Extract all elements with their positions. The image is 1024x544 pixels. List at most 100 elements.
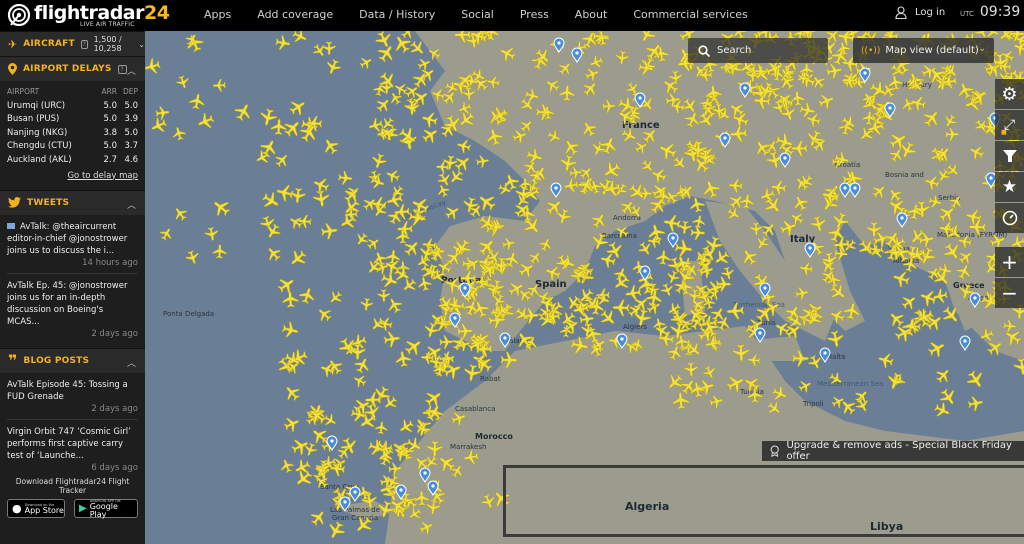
aircraft-icon[interactable] xyxy=(697,377,717,396)
aircraft-icon[interactable] xyxy=(790,193,810,213)
aircraft-icon[interactable] xyxy=(385,295,405,315)
aircraft-icon[interactable] xyxy=(291,31,310,46)
aircraft-icon[interactable] xyxy=(794,286,809,301)
aircraft-icon[interactable] xyxy=(729,124,748,143)
aircraft-icon[interactable] xyxy=(885,371,906,392)
aircraft-icon[interactable] xyxy=(584,66,602,83)
aircraft-icon[interactable] xyxy=(449,462,466,479)
aircraft-icon[interactable] xyxy=(700,178,722,200)
aircraft-icon[interactable] xyxy=(701,364,717,381)
aircraft-icon[interactable] xyxy=(739,193,755,209)
airport-pin-icon[interactable] xyxy=(349,486,361,503)
aircraft-icon[interactable] xyxy=(659,282,675,298)
aircraft-icon[interactable] xyxy=(311,175,331,195)
map-view-select[interactable]: ((•)) Map view (default) ⌄ xyxy=(853,38,994,63)
aircraft-icon[interactable] xyxy=(456,323,474,340)
airport-pin-icon[interactable] xyxy=(616,333,628,350)
aircraft-icon[interactable] xyxy=(546,128,563,145)
aircraft-icon[interactable] xyxy=(945,127,960,142)
aircraft-icon[interactable] xyxy=(620,126,639,145)
aircraft-icon[interactable] xyxy=(601,99,616,113)
aircraft-icon[interactable] xyxy=(579,119,599,139)
aircraft-icon[interactable] xyxy=(416,56,433,72)
aircraft-icon[interactable] xyxy=(923,311,945,333)
aircraft-icon[interactable] xyxy=(281,321,300,340)
delay-row[interactable]: Auckland (AKL) 2.7 4.6 xyxy=(7,153,138,167)
aircraft-icon[interactable] xyxy=(281,382,303,404)
aircraft-icon[interactable] xyxy=(480,493,498,511)
aircraft-icon[interactable] xyxy=(422,387,445,410)
aircraft-icon[interactable] xyxy=(385,249,401,265)
aircraft-icon[interactable] xyxy=(518,95,537,114)
aircraft-icon[interactable] xyxy=(462,449,480,466)
aircraft-icon[interactable] xyxy=(728,178,744,193)
aircraft-icon[interactable] xyxy=(175,74,191,90)
aircraft-icon[interactable] xyxy=(336,335,359,358)
aircraft-icon[interactable] xyxy=(516,259,537,280)
playback-button[interactable] xyxy=(995,203,1024,233)
nav-add-coverage[interactable]: Add coverage xyxy=(257,8,333,21)
aircraft-icon[interactable] xyxy=(515,185,532,203)
aircraft-icon[interactable] xyxy=(732,344,750,363)
aircraft-icon[interactable] xyxy=(543,263,562,282)
aircraft-icon[interactable] xyxy=(475,154,491,168)
tweet-item[interactable]: AvTalk Ep. 45: @jonostrower joins us for… xyxy=(7,274,138,344)
aircraft-icon[interactable] xyxy=(518,117,536,135)
tweet-item[interactable]: AvTalk: @theaircurrent editor-in-chief @… xyxy=(7,215,138,274)
aircraft-icon[interactable] xyxy=(351,372,368,389)
aircraft-icon[interactable] xyxy=(387,90,404,107)
aircraft-icon[interactable] xyxy=(325,519,348,542)
aircraft-icon[interactable] xyxy=(559,84,575,102)
airport-pin-icon[interactable] xyxy=(754,327,766,344)
aircraft-icon[interactable] xyxy=(341,184,363,206)
aircraft-icon[interactable] xyxy=(662,213,681,232)
app-store-button[interactable]: ● Download on the App Store xyxy=(7,499,65,518)
aircraft-icon[interactable] xyxy=(377,289,391,303)
aircraft-icon[interactable] xyxy=(938,61,957,80)
airport-pin-icon[interactable] xyxy=(553,37,565,54)
aircraft-icon[interactable] xyxy=(374,95,393,114)
favorites-button[interactable]: ★ xyxy=(995,172,1024,202)
aircraft-icon[interactable] xyxy=(613,223,630,240)
aircraft-icon[interactable] xyxy=(724,372,747,395)
aircraft-icon[interactable] xyxy=(365,235,382,252)
aircraft-icon[interactable] xyxy=(637,60,655,77)
aircraft-icon[interactable] xyxy=(936,202,958,224)
aircraft-icon[interactable] xyxy=(692,214,707,229)
aircraft-icon[interactable] xyxy=(926,338,948,360)
aircraft-icon[interactable] xyxy=(741,374,762,395)
aircraft-icon[interactable] xyxy=(967,395,985,412)
aircraft-icon[interactable] xyxy=(209,196,233,220)
aircraft-icon[interactable] xyxy=(322,41,336,56)
aircraft-icon[interactable] xyxy=(790,140,808,157)
aircraft-section-header[interactable]: ✈ AIRCRAFT ? 1,500 / 10,258 ⌄ xyxy=(0,31,145,56)
collapse-icon[interactable]: ︿ xyxy=(127,198,136,211)
aircraft-icon[interactable] xyxy=(374,420,389,435)
aircraft-icon[interactable] xyxy=(600,159,623,182)
aircraft-icon[interactable] xyxy=(636,240,654,258)
aircraft-icon[interactable] xyxy=(263,244,283,264)
aircraft-icon[interactable] xyxy=(597,307,619,329)
help-icon[interactable]: ? xyxy=(80,39,88,49)
delay-row[interactable]: Busan (PUS) 5.0 3.9 xyxy=(7,113,138,127)
aircraft-icon[interactable] xyxy=(891,269,911,289)
aircraft-icon[interactable] xyxy=(145,57,162,76)
aircraft-icon[interactable] xyxy=(937,386,960,409)
aircraft-icon[interactable] xyxy=(927,144,950,167)
aircraft-icon[interactable] xyxy=(708,394,724,410)
collapse-icon[interactable]: ︿ xyxy=(127,64,136,77)
aircraft-icon[interactable] xyxy=(401,237,423,259)
aircraft-icon[interactable] xyxy=(270,118,287,136)
aircraft-icon[interactable] xyxy=(932,143,954,165)
aircraft-icon[interactable] xyxy=(399,276,418,295)
aircraft-icon[interactable] xyxy=(630,337,645,353)
aircraft-icon[interactable] xyxy=(406,505,423,522)
delay-row[interactable]: Urumqi (URC) 5.0 5.0 xyxy=(7,99,138,113)
blog-posts-header[interactable]: ❞ BLOG POSTS ︿ xyxy=(0,347,145,373)
airport-pin-icon[interactable] xyxy=(839,182,851,199)
airport-delays-header[interactable]: AIRPORT DELAYS ? ︿ xyxy=(0,56,145,81)
aircraft-icon[interactable] xyxy=(275,274,298,297)
airport-pin-icon[interactable] xyxy=(859,67,871,84)
aircraft-icon[interactable] xyxy=(765,399,783,417)
airport-pin-icon[interactable] xyxy=(959,335,971,352)
